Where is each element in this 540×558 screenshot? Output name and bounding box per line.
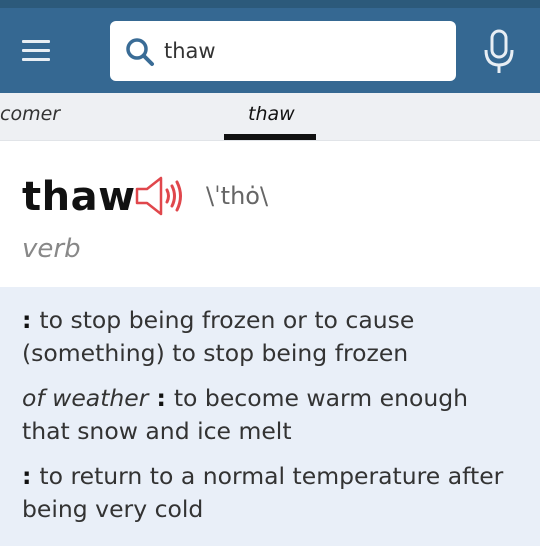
bottom-spacer — [0, 546, 540, 558]
part-of-speech: verb — [22, 234, 81, 264]
word-history-tabs: comer thaw — [0, 93, 540, 141]
status-bar — [0, 0, 540, 8]
speaker-icon[interactable] — [134, 175, 184, 217]
definition-1: : to stop being frozen or to cause (somet… — [22, 304, 522, 370]
definition-text: to return to a normal temperature after … — [22, 462, 504, 523]
search-icon[interactable] — [124, 36, 156, 68]
hamburger-menu-icon — [22, 39, 50, 43]
pronunciation: \ˈthȯ\ — [206, 182, 269, 210]
tab-thaw[interactable]: thaw — [248, 103, 295, 125]
tab-comer[interactable]: comer — [0, 103, 60, 125]
definitions-panel: : to stop being frozen or to cause (somet… — [0, 287, 540, 546]
definition-label: of weather — [22, 384, 149, 412]
hamburger-menu-icon-line — [22, 57, 50, 61]
search-input[interactable] — [164, 33, 444, 69]
definition-colon: : — [22, 306, 32, 334]
hamburger-menu-icon-line — [22, 48, 50, 52]
search-box[interactable] — [110, 21, 456, 81]
definition-colon: : — [22, 462, 32, 490]
definition-text: to stop being frozen or to cause (someth… — [22, 306, 415, 367]
app-bar — [0, 8, 540, 93]
microphone-icon[interactable] — [482, 28, 516, 76]
definition-3: : to return to a normal temperature after… — [22, 460, 522, 526]
active-tab-indicator — [224, 134, 316, 140]
entry-header: thaw \ˈthȯ\ verb — [0, 141, 540, 287]
definition-colon: : — [156, 384, 166, 412]
menu-button[interactable] — [16, 30, 56, 70]
headword: thaw — [22, 174, 136, 220]
definition-2: of weather: to become warm enough that sn… — [22, 382, 522, 448]
